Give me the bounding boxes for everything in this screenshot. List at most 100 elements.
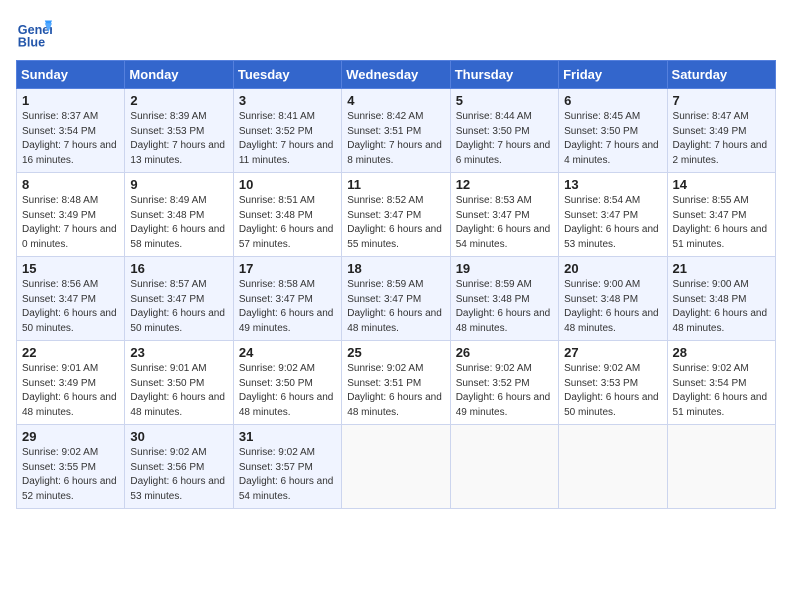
day-number: 28 [673, 345, 770, 360]
day-number: 1 [22, 93, 119, 108]
calendar-cell: 23 Sunrise: 9:01 AMSunset: 3:50 PMDaylig… [125, 341, 233, 425]
day-number: 19 [456, 261, 553, 276]
day-number: 21 [673, 261, 770, 276]
col-header-wednesday: Wednesday [342, 61, 450, 89]
day-number: 29 [22, 429, 119, 444]
week-row-5: 29 Sunrise: 9:02 AMSunset: 3:55 PMDaylig… [17, 425, 776, 509]
cell-details: Sunrise: 8:47 AMSunset: 3:49 PMDaylight:… [673, 111, 768, 166]
day-number: 26 [456, 345, 553, 360]
col-header-sunday: Sunday [17, 61, 125, 89]
calendar-cell: 15 Sunrise: 8:56 AMSunset: 3:47 PMDaylig… [17, 257, 125, 341]
calendar-cell: 28 Sunrise: 9:02 AMSunset: 3:54 PMDaylig… [667, 341, 775, 425]
day-number: 18 [347, 261, 444, 276]
cell-details: Sunrise: 9:02 AMSunset: 3:54 PMDaylight:… [673, 363, 768, 418]
calendar-cell: 11 Sunrise: 8:52 AMSunset: 3:47 PMDaylig… [342, 173, 450, 257]
day-number: 7 [673, 93, 770, 108]
calendar-cell: 25 Sunrise: 9:02 AMSunset: 3:51 PMDaylig… [342, 341, 450, 425]
calendar-cell [667, 425, 775, 509]
calendar-cell: 4 Sunrise: 8:42 AMSunset: 3:51 PMDayligh… [342, 89, 450, 173]
cell-details: Sunrise: 8:48 AMSunset: 3:49 PMDaylight:… [22, 195, 117, 250]
day-number: 14 [673, 177, 770, 192]
cell-details: Sunrise: 9:02 AMSunset: 3:51 PMDaylight:… [347, 363, 442, 418]
cell-details: Sunrise: 9:00 AMSunset: 3:48 PMDaylight:… [673, 279, 768, 334]
calendar-cell: 16 Sunrise: 8:57 AMSunset: 3:47 PMDaylig… [125, 257, 233, 341]
calendar-cell [450, 425, 558, 509]
cell-details: Sunrise: 8:52 AMSunset: 3:47 PMDaylight:… [347, 195, 442, 250]
week-row-1: 1 Sunrise: 8:37 AMSunset: 3:54 PMDayligh… [17, 89, 776, 173]
day-number: 5 [456, 93, 553, 108]
header-row: SundayMondayTuesdayWednesdayThursdayFrid… [17, 61, 776, 89]
cell-details: Sunrise: 8:55 AMSunset: 3:47 PMDaylight:… [673, 195, 768, 250]
day-number: 9 [130, 177, 227, 192]
calendar-cell: 13 Sunrise: 8:54 AMSunset: 3:47 PMDaylig… [559, 173, 667, 257]
calendar-cell: 29 Sunrise: 9:02 AMSunset: 3:55 PMDaylig… [17, 425, 125, 509]
col-header-monday: Monday [125, 61, 233, 89]
cell-details: Sunrise: 9:01 AMSunset: 3:50 PMDaylight:… [130, 363, 225, 418]
cell-details: Sunrise: 8:37 AMSunset: 3:54 PMDaylight:… [22, 111, 117, 166]
cell-details: Sunrise: 8:49 AMSunset: 3:48 PMDaylight:… [130, 195, 225, 250]
calendar-cell: 12 Sunrise: 8:53 AMSunset: 3:47 PMDaylig… [450, 173, 558, 257]
day-number: 20 [564, 261, 661, 276]
week-row-3: 15 Sunrise: 8:56 AMSunset: 3:47 PMDaylig… [17, 257, 776, 341]
day-number: 17 [239, 261, 336, 276]
day-number: 30 [130, 429, 227, 444]
calendar-cell: 22 Sunrise: 9:01 AMSunset: 3:49 PMDaylig… [17, 341, 125, 425]
cell-details: Sunrise: 8:58 AMSunset: 3:47 PMDaylight:… [239, 279, 334, 334]
cell-details: Sunrise: 8:39 AMSunset: 3:53 PMDaylight:… [130, 111, 225, 166]
week-row-4: 22 Sunrise: 9:01 AMSunset: 3:49 PMDaylig… [17, 341, 776, 425]
calendar-cell: 1 Sunrise: 8:37 AMSunset: 3:54 PMDayligh… [17, 89, 125, 173]
cell-details: Sunrise: 8:53 AMSunset: 3:47 PMDaylight:… [456, 195, 551, 250]
calendar-cell: 19 Sunrise: 8:59 AMSunset: 3:48 PMDaylig… [450, 257, 558, 341]
col-header-tuesday: Tuesday [233, 61, 341, 89]
day-number: 8 [22, 177, 119, 192]
day-number: 4 [347, 93, 444, 108]
week-row-2: 8 Sunrise: 8:48 AMSunset: 3:49 PMDayligh… [17, 173, 776, 257]
cell-details: Sunrise: 8:59 AMSunset: 3:47 PMDaylight:… [347, 279, 442, 334]
cell-details: Sunrise: 9:02 AMSunset: 3:57 PMDaylight:… [239, 447, 334, 502]
day-number: 25 [347, 345, 444, 360]
cell-details: Sunrise: 8:45 AMSunset: 3:50 PMDaylight:… [564, 111, 659, 166]
day-number: 3 [239, 93, 336, 108]
cell-details: Sunrise: 8:54 AMSunset: 3:47 PMDaylight:… [564, 195, 659, 250]
calendar-cell: 6 Sunrise: 8:45 AMSunset: 3:50 PMDayligh… [559, 89, 667, 173]
col-header-thursday: Thursday [450, 61, 558, 89]
calendar-cell: 27 Sunrise: 9:02 AMSunset: 3:53 PMDaylig… [559, 341, 667, 425]
col-header-friday: Friday [559, 61, 667, 89]
day-number: 13 [564, 177, 661, 192]
calendar-cell: 18 Sunrise: 8:59 AMSunset: 3:47 PMDaylig… [342, 257, 450, 341]
col-header-saturday: Saturday [667, 61, 775, 89]
day-number: 31 [239, 429, 336, 444]
calendar-cell: 7 Sunrise: 8:47 AMSunset: 3:49 PMDayligh… [667, 89, 775, 173]
day-number: 27 [564, 345, 661, 360]
day-number: 11 [347, 177, 444, 192]
day-number: 2 [130, 93, 227, 108]
cell-details: Sunrise: 8:41 AMSunset: 3:52 PMDaylight:… [239, 111, 334, 166]
cell-details: Sunrise: 8:56 AMSunset: 3:47 PMDaylight:… [22, 279, 117, 334]
calendar-cell: 31 Sunrise: 9:02 AMSunset: 3:57 PMDaylig… [233, 425, 341, 509]
calendar-cell: 10 Sunrise: 8:51 AMSunset: 3:48 PMDaylig… [233, 173, 341, 257]
cell-details: Sunrise: 9:02 AMSunset: 3:56 PMDaylight:… [130, 447, 225, 502]
calendar-cell: 21 Sunrise: 9:00 AMSunset: 3:48 PMDaylig… [667, 257, 775, 341]
day-number: 12 [456, 177, 553, 192]
cell-details: Sunrise: 8:42 AMSunset: 3:51 PMDaylight:… [347, 111, 442, 166]
calendar-cell: 2 Sunrise: 8:39 AMSunset: 3:53 PMDayligh… [125, 89, 233, 173]
svg-text:Blue: Blue [18, 36, 45, 50]
calendar-cell: 17 Sunrise: 8:58 AMSunset: 3:47 PMDaylig… [233, 257, 341, 341]
cell-details: Sunrise: 9:01 AMSunset: 3:49 PMDaylight:… [22, 363, 117, 418]
day-number: 6 [564, 93, 661, 108]
calendar-cell: 26 Sunrise: 9:02 AMSunset: 3:52 PMDaylig… [450, 341, 558, 425]
calendar-cell: 8 Sunrise: 8:48 AMSunset: 3:49 PMDayligh… [17, 173, 125, 257]
cell-details: Sunrise: 8:44 AMSunset: 3:50 PMDaylight:… [456, 111, 551, 166]
day-number: 10 [239, 177, 336, 192]
calendar-cell [342, 425, 450, 509]
cell-details: Sunrise: 9:02 AMSunset: 3:53 PMDaylight:… [564, 363, 659, 418]
cell-details: Sunrise: 9:00 AMSunset: 3:48 PMDaylight:… [564, 279, 659, 334]
page-header: General Blue [16, 16, 776, 52]
logo: General Blue [16, 16, 56, 52]
calendar-cell: 24 Sunrise: 9:02 AMSunset: 3:50 PMDaylig… [233, 341, 341, 425]
calendar-cell: 14 Sunrise: 8:55 AMSunset: 3:47 PMDaylig… [667, 173, 775, 257]
cell-details: Sunrise: 8:59 AMSunset: 3:48 PMDaylight:… [456, 279, 551, 334]
cell-details: Sunrise: 8:51 AMSunset: 3:48 PMDaylight:… [239, 195, 334, 250]
day-number: 16 [130, 261, 227, 276]
calendar-cell [559, 425, 667, 509]
